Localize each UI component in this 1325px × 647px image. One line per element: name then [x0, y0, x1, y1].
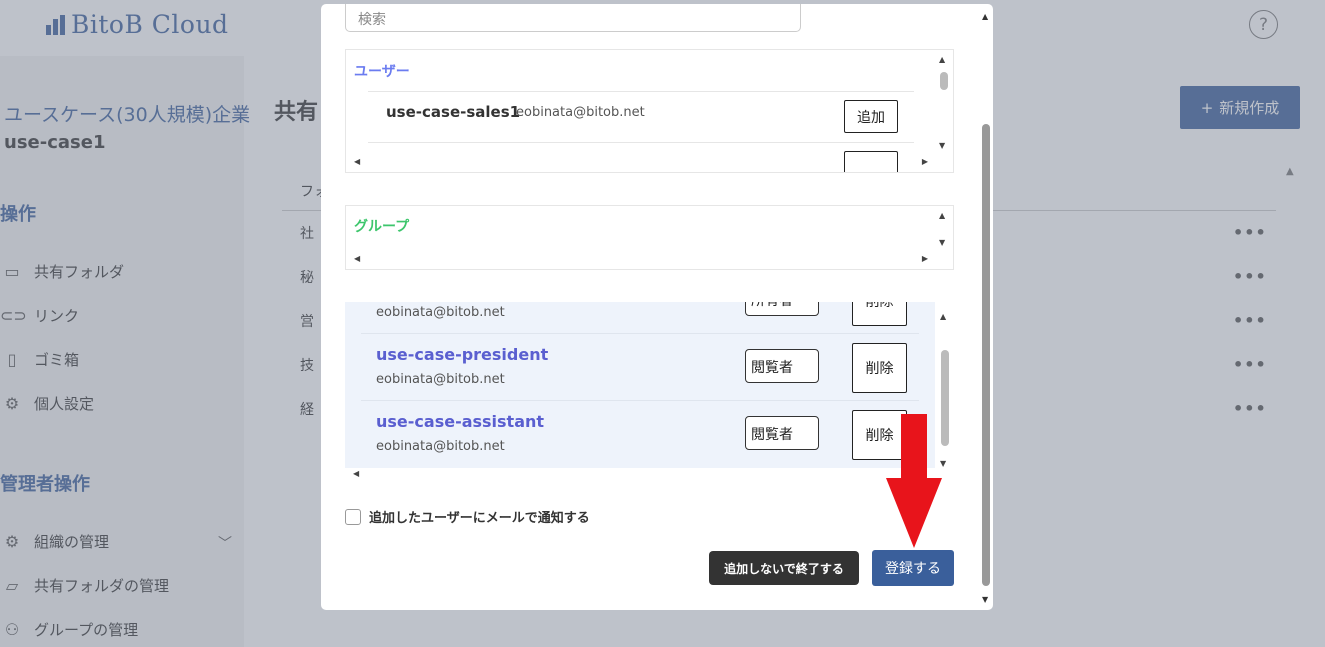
- delete-member-button[interactable]: 削除: [852, 343, 907, 393]
- scroll-left-icon[interactable]: ◀: [354, 254, 360, 263]
- modal-scrollbar[interactable]: ▲ ▼: [979, 4, 993, 610]
- users-horizontal-scrollbar[interactable]: ◀ ▶: [346, 154, 936, 172]
- notify-label: 追加したユーザーにメールで通知する: [369, 511, 590, 526]
- member-row: use-case-president eobinata@bitob.net 閲覧…: [361, 334, 919, 401]
- member-email: eobinata@bitob.net: [376, 439, 505, 454]
- scroll-down-icon[interactable]: ▼: [939, 238, 945, 247]
- red-arrow-icon: [886, 414, 942, 548]
- users-vertical-scrollbar[interactable]: ▲ ▼: [935, 50, 953, 154]
- notify-checkbox[interactable]: [345, 508, 361, 525]
- scroll-right-icon[interactable]: ▶: [922, 254, 928, 263]
- groups-panel: グループ ▲ ▼ ◀ ▶: [345, 205, 954, 270]
- scroll-left-icon[interactable]: ◀: [353, 469, 359, 478]
- role-select[interactable]: 所有者: [745, 302, 819, 316]
- delete-member-button[interactable]: 削除: [852, 302, 907, 326]
- member-name: use-case-president: [376, 345, 549, 364]
- exit-without-adding-button[interactable]: 追加しないで終了する: [709, 551, 859, 585]
- notify-option[interactable]: 追加したユーザーにメールで通知する: [345, 507, 590, 526]
- member-row: use-case-assistant eobinata@bitob.net 閲覧…: [361, 401, 919, 468]
- members-panel: eobinata@bitob.net 所有者 削除 use-case-presi…: [345, 302, 954, 482]
- groups-horizontal-scrollbar[interactable]: ◀ ▶: [346, 251, 936, 269]
- scroll-down-icon[interactable]: ▼: [939, 141, 945, 150]
- users-panel: ユーザー use-case-sales1 eobinata@bitob.net …: [345, 49, 954, 173]
- users-title: ユーザー: [354, 64, 410, 80]
- members-horizontal-scrollbar[interactable]: ◀: [345, 468, 935, 482]
- groups-vertical-scrollbar[interactable]: ▲ ▼: [935, 206, 953, 251]
- user-name: use-case-sales1: [386, 103, 521, 121]
- register-button[interactable]: 登録する: [872, 550, 954, 586]
- scroll-up-icon[interactable]: ▲: [939, 55, 945, 64]
- scroll-up-icon[interactable]: ▲: [940, 312, 946, 321]
- member-email: eobinata@bitob.net: [376, 372, 505, 387]
- role-select[interactable]: 閲覧者: [745, 349, 819, 383]
- role-select[interactable]: 閲覧者: [745, 416, 819, 450]
- members-list: eobinata@bitob.net 所有者 削除 use-case-presi…: [345, 302, 935, 468]
- scroll-down-icon[interactable]: ▼: [982, 595, 988, 604]
- groups-title: グループ: [354, 219, 410, 235]
- scroll-up-icon[interactable]: ▲: [939, 211, 945, 220]
- user-email: eobinata@bitob.net: [516, 105, 645, 120]
- scroll-left-icon[interactable]: ◀: [354, 157, 360, 166]
- list-item: use-case-sales1 eobinata@bitob.net 追加: [368, 91, 914, 143]
- add-user-button[interactable]: 追加: [844, 100, 898, 133]
- scroll-thumb[interactable]: [982, 124, 990, 586]
- scroll-up-icon[interactable]: ▲: [982, 12, 988, 21]
- member-name: use-case-assistant: [376, 412, 545, 431]
- scroll-right-icon[interactable]: ▶: [922, 157, 928, 166]
- scroll-thumb[interactable]: [940, 72, 948, 90]
- member-email: eobinata@bitob.net: [376, 305, 505, 320]
- search-input[interactable]: 検索: [345, 4, 801, 32]
- member-row: eobinata@bitob.net 所有者 削除: [361, 302, 919, 334]
